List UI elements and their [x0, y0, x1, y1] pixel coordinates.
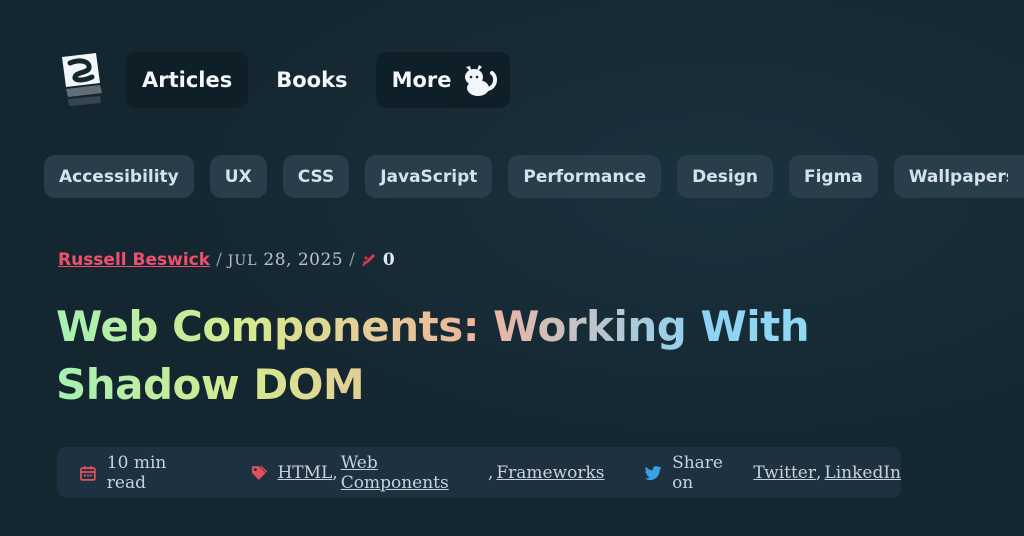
nav-more[interactable]: More — [375, 52, 510, 108]
category-ux[interactable]: UX — [209, 155, 267, 198]
publish-date-month: JUL — [227, 253, 258, 269]
share-prefix: Share on — [672, 452, 723, 493]
nav-more-label: More — [391, 68, 452, 92]
category-performance[interactable]: Performance — [508, 155, 662, 198]
nav-books[interactable]: Books — [260, 52, 363, 108]
category-wallpapers[interactable]: Wallpapers — [893, 155, 1024, 198]
share-links: Share on Twitter, LinkedIn — [644, 452, 901, 493]
tag-web-components[interactable]: Web Components — [341, 453, 488, 493]
author-link[interactable]: Russell Beswick — [58, 250, 210, 270]
category-overflow-chip[interactable] — [1008, 155, 1024, 198]
category-design[interactable]: Design — [677, 155, 773, 198]
cat-icon — [464, 65, 497, 96]
nav-books-label: Books — [276, 68, 348, 92]
comment-count[interactable]: 0 — [383, 250, 395, 270]
meta-separator: / — [216, 250, 222, 270]
article-title: Web Components: Working With Shadow DOM — [56, 298, 996, 414]
nav-articles[interactable]: Articles — [126, 52, 249, 108]
calendar-icon — [80, 465, 96, 481]
category-figma[interactable]: Figma — [788, 155, 878, 198]
tag-html[interactable]: HTML — [277, 463, 332, 483]
read-time: 10 min read — [79, 453, 210, 493]
publish-date-day-year: 28, 2025 — [263, 250, 344, 270]
share-linkedin-link[interactable]: LinkedIn — [824, 463, 901, 483]
category-accessibility[interactable]: Accessibility — [44, 155, 194, 198]
smashing-logo-icon[interactable] — [56, 53, 104, 119]
article-meta: Russell Beswick / JUL 28, 2025 / 0 — [58, 250, 395, 270]
category-css[interactable]: CSS — [282, 155, 350, 198]
site-header: Articles Books More — [56, 50, 522, 110]
category-javascript[interactable]: JavaScript — [365, 155, 493, 198]
read-time-label: 10 min read — [106, 452, 167, 493]
article-info-bar: 10 min read HTML, Web Components, Framew… — [57, 447, 901, 498]
nav-articles-label: Articles — [142, 68, 233, 92]
comment-quill-icon — [362, 254, 375, 267]
publish-date: JUL 28, 2025 — [228, 250, 343, 270]
article-tags: HTML, Web Components, Frameworks — [250, 453, 605, 493]
twitter-bird-icon — [644, 465, 662, 480]
tag-frameworks[interactable]: Frameworks — [496, 463, 604, 483]
tag-icon — [251, 465, 267, 480]
category-bar: Accessibility UX CSS JavaScript Performa… — [44, 155, 1024, 198]
share-twitter-link[interactable]: Twitter — [753, 463, 816, 483]
meta-separator: / — [349, 250, 355, 270]
